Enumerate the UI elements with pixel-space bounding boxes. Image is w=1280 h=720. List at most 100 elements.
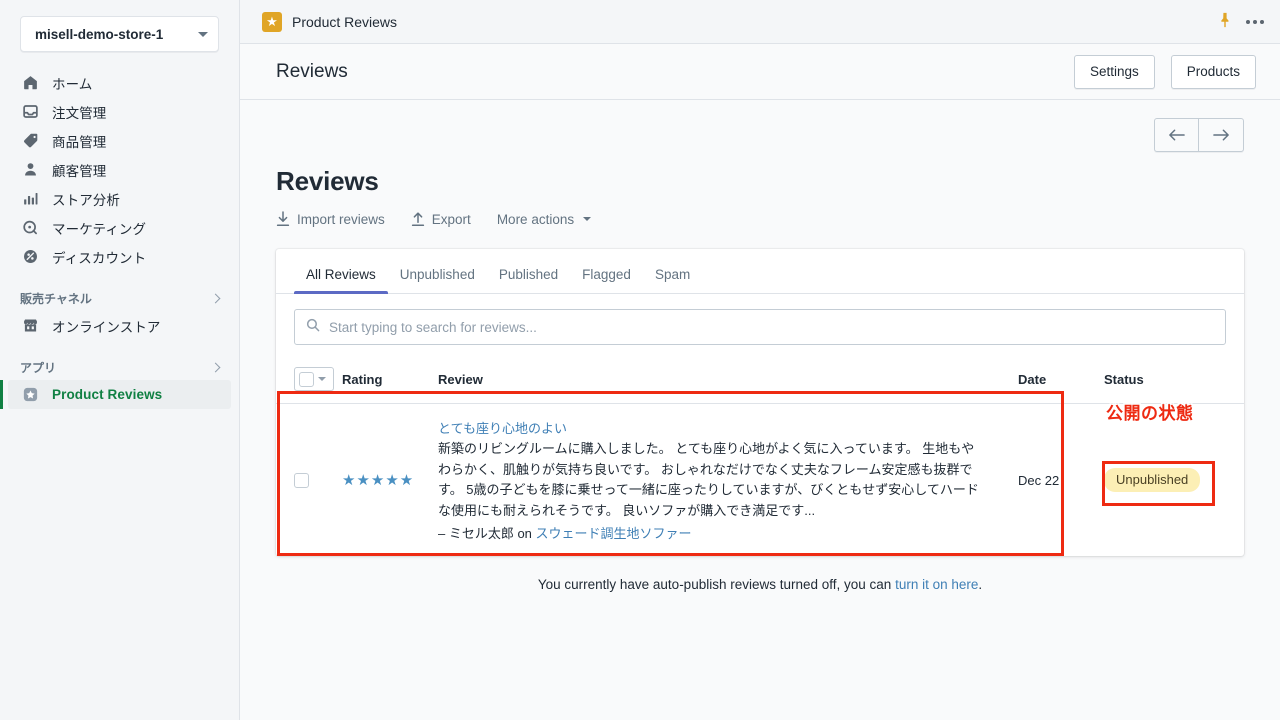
sidebar-section-label: 販売チャネル xyxy=(20,291,92,306)
app-root: misell-demo-store-1 ホーム 注文管理 商品管理 顧客管理 ス… xyxy=(0,0,1280,720)
search-icon xyxy=(306,318,320,337)
online-store-icon xyxy=(20,316,40,336)
sidebar-item-label: Product Reviews xyxy=(52,387,163,402)
search-wrapper xyxy=(276,294,1244,359)
next-page-button[interactable] xyxy=(1199,119,1243,151)
sidebar-item-analytics[interactable]: ストア分析 xyxy=(8,184,231,213)
reviews-heading: Reviews xyxy=(276,166,379,196)
sidebar-item-orders[interactable]: 注文管理 xyxy=(8,97,231,126)
sidebar-item-label: ホーム xyxy=(52,76,93,92)
tab-flagged[interactable]: Flagged xyxy=(570,267,643,293)
review-author: – ミセル太郎 on xyxy=(438,526,536,542)
sidebar-section-sales-channels[interactable]: 販売チャネル xyxy=(8,285,231,311)
auto-publish-note-suffix: . xyxy=(978,577,983,593)
chevron-down-icon xyxy=(583,217,592,221)
row-checkbox[interactable] xyxy=(294,472,309,488)
review-body: 新築のリビングルームに購入しました。 とても座り心地がよく気に入っています。 生… xyxy=(438,441,979,518)
sidebar-item-label: オンラインストア xyxy=(52,319,161,335)
sidebar-item-label: ディスカウント xyxy=(52,250,147,266)
search-box[interactable] xyxy=(294,309,1226,345)
tab-all-reviews[interactable]: All Reviews xyxy=(294,267,388,294)
discount-percent-icon xyxy=(20,247,40,267)
review-product-link[interactable]: スウェード調生地ソファー xyxy=(536,526,692,541)
app-bar-title: Product Reviews xyxy=(292,13,398,30)
prev-page-button[interactable] xyxy=(1155,119,1199,151)
import-reviews-button[interactable]: Import reviews xyxy=(276,211,385,227)
sidebar-item-products[interactable]: 商品管理 xyxy=(8,126,231,155)
table-header-row: Rating Review Date Status xyxy=(276,359,1244,404)
review-title-link[interactable]: とても座り心地のよい xyxy=(438,418,1018,437)
review-author-line: – ミセル太郎 on スウェード調生地ソファー xyxy=(438,523,1018,542)
ellipsis-icon[interactable] xyxy=(1246,19,1264,24)
more-actions-button[interactable]: More actions xyxy=(496,211,592,227)
rating-stars: ★★★★★ xyxy=(342,472,415,490)
select-all-control[interactable] xyxy=(294,367,334,391)
sidebar-item-online-store[interactable]: オンラインストア xyxy=(8,311,231,340)
tab-unpublished[interactable]: Unpublished xyxy=(388,267,487,293)
page-header: Reviews Settings Products xyxy=(240,44,1280,100)
auto-publish-note: You currently have auto-publish reviews … xyxy=(276,556,1244,592)
turn-it-on-link[interactable]: turn it on here xyxy=(895,577,978,592)
chevron-right-icon xyxy=(210,362,221,372)
sidebar-item-label: 商品管理 xyxy=(52,134,107,150)
sidebar-item-marketing[interactable]: マーケティング xyxy=(8,213,231,242)
settings-button[interactable]: Settings xyxy=(1073,54,1155,89)
row-select-cell xyxy=(276,404,342,557)
action-label: Import reviews xyxy=(297,211,385,227)
table-body: ★★★★★ とても座り心地のよい 新築のリビングルームに購入しました。 とても座… xyxy=(276,403,1244,557)
customer-person-icon xyxy=(20,160,40,180)
sidebar-item-customers[interactable]: 顧客管理 xyxy=(8,155,231,184)
primary-nav: ホーム 注文管理 商品管理 顧客管理 ストア分析 マーケティング ディスカウント… xyxy=(0,68,239,409)
column-header-rating: Rating xyxy=(342,371,383,387)
sidebar-item-label: 顧客管理 xyxy=(52,163,107,179)
row-status-cell: Unpublished xyxy=(1104,404,1244,557)
sidebar-section-label: アプリ xyxy=(20,360,57,375)
action-label: More actions xyxy=(496,211,575,227)
sidebar-item-label: ストア分析 xyxy=(52,192,120,208)
product-tag-icon xyxy=(20,131,40,151)
products-button[interactable]: Products xyxy=(1170,54,1256,89)
chevron-down-icon[interactable] xyxy=(318,377,326,381)
sidebar-item-label: 注文管理 xyxy=(52,105,107,121)
sidebar-item-product-reviews[interactable]: Product Reviews xyxy=(0,380,231,409)
column-header-review: Review xyxy=(438,371,483,387)
store-selector[interactable]: misell-demo-store-1 xyxy=(20,16,219,52)
chevron-right-icon xyxy=(210,293,221,303)
row-date-cell: Dec 22 xyxy=(1018,472,1060,488)
reviews-tabs: All Reviews Unpublished Published Flagge… xyxy=(276,249,1244,294)
reviews-table: Rating Review Date Status ★★★★★ とても座り心地の… xyxy=(276,359,1244,556)
search-input[interactable] xyxy=(329,319,1214,335)
action-label: Export xyxy=(431,211,471,227)
sidebar-item-home[interactable]: ホーム xyxy=(8,68,231,97)
tab-spam[interactable]: Spam xyxy=(643,267,702,293)
sidebar-item-label: マーケティング xyxy=(52,221,147,237)
select-all-checkbox[interactable] xyxy=(299,371,314,387)
upload-arrow-icon xyxy=(411,211,425,227)
pushpin-icon[interactable] xyxy=(1218,12,1232,32)
tab-published[interactable]: Published xyxy=(487,267,570,293)
table-row[interactable]: ★★★★★ とても座り心地のよい 新築のリビングルームに購入しました。 とても座… xyxy=(276,403,1244,557)
star-badge-icon xyxy=(20,385,40,405)
export-button[interactable]: Export xyxy=(411,211,471,227)
row-review-cell: とても座り心地のよい 新築のリビングルームに購入しました。 とても座り心地がよく… xyxy=(438,404,1018,557)
column-header-status: Status xyxy=(1104,371,1144,387)
auto-publish-note-text: You currently have auto-publish reviews … xyxy=(537,577,896,593)
page-title: Reviews xyxy=(276,60,348,82)
pagination-row xyxy=(276,100,1244,152)
row-rating-cell: ★★★★★ xyxy=(342,404,438,557)
star-app-icon: ★ xyxy=(262,11,282,32)
sidebar: misell-demo-store-1 ホーム 注文管理 商品管理 顧客管理 ス… xyxy=(0,0,240,720)
marketing-target-icon xyxy=(20,218,40,238)
column-header-date: Date xyxy=(1018,371,1047,387)
download-arrow-icon xyxy=(276,211,290,227)
chevron-down-icon xyxy=(198,31,208,37)
sidebar-item-discounts[interactable]: ディスカウント xyxy=(8,242,231,271)
analytics-bars-icon xyxy=(20,189,40,209)
action-bar: Import reviews Export More actions xyxy=(276,211,1244,227)
select-all-header xyxy=(276,359,342,404)
home-icon xyxy=(20,73,40,93)
orders-inbox-icon xyxy=(20,102,40,122)
app-bar: ★ Product Reviews xyxy=(240,0,1280,44)
content-area: Reviews Import reviews Export More actio… xyxy=(240,100,1280,720)
sidebar-section-apps[interactable]: アプリ xyxy=(8,354,231,380)
